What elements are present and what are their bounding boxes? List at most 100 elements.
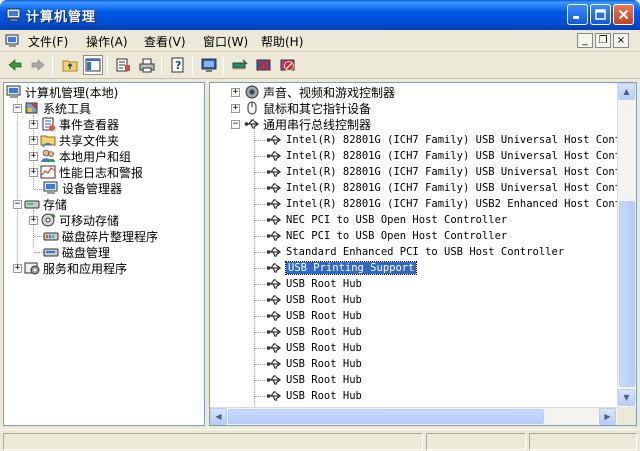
tree-item-shared-folders[interactable]: + 共享文件夹 — [29, 132, 119, 148]
tree-item-device-manager[interactable]: 设备管理器 — [43, 180, 122, 196]
up-one-level-button[interactable] — [60, 55, 80, 75]
expand-toggle[interactable]: + — [29, 215, 38, 225]
tree-connector — [255, 172, 265, 173]
update-driver-button[interactable] — [230, 55, 250, 75]
tree-connector — [255, 284, 265, 285]
collapse-toggle[interactable]: − — [231, 119, 240, 129]
help-button[interactable]: ? — [168, 55, 188, 75]
back-arrow-icon — [8, 59, 22, 71]
tree-connector — [255, 300, 265, 301]
usb-device-item[interactable]: USB Root Hub — [266, 388, 362, 404]
mdi-close-button[interactable]: × — [613, 33, 629, 48]
usb-device-label: Standard Enhanced PCI to USB Host Contro… — [286, 246, 565, 258]
maximize-button[interactable] — [590, 4, 611, 25]
scroll-left-button[interactable]: ◀ — [210, 408, 227, 425]
tree-item-label: 共享文件夹 — [59, 133, 120, 148]
tree-connector — [255, 140, 265, 141]
show-hide-tree-button[interactable] — [83, 55, 103, 75]
usb-device-item[interactable]: USB Root Hub — [266, 292, 362, 308]
shared-folder-icon — [40, 135, 56, 148]
device-category-label: 通用串行总线控制器 — [263, 117, 372, 132]
tree-item-storage[interactable]: − 存储 — [13, 196, 67, 212]
horizontal-scroll-thumb[interactable] — [228, 409, 544, 424]
usb-device-icon — [266, 183, 282, 193]
tree-item-label: 可移动存储 — [59, 213, 120, 228]
expand-toggle[interactable]: + — [29, 119, 38, 129]
usb-device-item[interactable]: Intel(R) 82801G (ICH7 Family) USB Univer… — [266, 132, 634, 148]
defragmenter-icon — [43, 232, 59, 241]
usb-device-item[interactable]: USB Root Hub — [266, 340, 362, 356]
scroll-down-button[interactable]: ▼ — [618, 389, 635, 406]
usb-device-item[interactable]: Intel(R) 82801G (ICH7 Family) USB Univer… — [266, 164, 634, 180]
tree-item-local-users[interactable]: + 本地用户和组 — [29, 148, 131, 164]
usb-device-label: USB Root Hub — [286, 374, 362, 386]
tree-item-services-applications[interactable]: + 服务和应用程序 — [13, 260, 127, 276]
horizontal-scrollbar[interactable]: ◀ ▶ — [210, 407, 617, 425]
mdi-minimize-button[interactable]: _ — [577, 33, 593, 48]
uninstall-button[interactable] — [254, 55, 274, 75]
tree-item-event-viewer[interactable]: + 事件查看器 — [29, 116, 119, 132]
tree-item-system-tools[interactable]: − 系统工具 — [13, 100, 91, 116]
usb-device-label: Intel(R) 82801G (ICH7 Family) USB Univer… — [286, 182, 634, 194]
minimize-button[interactable] — [567, 4, 588, 25]
expand-toggle[interactable]: + — [29, 151, 38, 161]
vertical-scrollbar[interactable]: ▲ ▼ — [617, 83, 636, 407]
device-category-sound[interactable]: + 声音、视频和游戏控制器 — [231, 84, 395, 100]
usb-device-item[interactable]: Intel(R) 82801G (ICH7 Family) USB Univer… — [266, 148, 634, 164]
print-button[interactable] — [137, 55, 157, 75]
scroll-up-button[interactable]: ▲ — [618, 83, 635, 100]
usb-device-item[interactable]: Intel(R) 82801G (ICH7 Family) USB2 Enhan… — [266, 196, 634, 212]
disable-device-button[interactable] — [278, 55, 298, 75]
expand-toggle[interactable]: + — [231, 103, 240, 113]
usb-device-icon — [266, 247, 282, 257]
usb-device-item[interactable]: NEC PCI to USB Open Host Controller — [266, 228, 507, 244]
usb-device-label: NEC PCI to USB Open Host Controller — [286, 214, 508, 226]
toolbar-separator — [161, 56, 162, 74]
scroll-right-button[interactable]: ▶ — [599, 408, 616, 425]
usb-device-item[interactable]: USB Root Hub — [266, 276, 362, 292]
tree-item-removable-storage[interactable]: + 可移动存储 — [29, 212, 119, 228]
scan-hardware-button[interactable] — [199, 55, 219, 75]
expand-toggle[interactable]: + — [29, 167, 38, 177]
usb-device-item[interactable]: USB Root Hub — [266, 356, 362, 372]
mdi-restore-button[interactable]: ❐ — [595, 33, 611, 48]
menu-help[interactable]: 帮助(H) — [261, 33, 303, 50]
forward-button[interactable] — [28, 55, 48, 75]
device-category-usb[interactable]: − 通用串行总线控制器 — [231, 116, 371, 132]
expand-toggle[interactable]: + — [231, 87, 240, 97]
tree-item-disk-management[interactable]: 磁盘管理 — [43, 244, 110, 260]
usb-device-item[interactable]: USB Printing Support — [266, 260, 418, 276]
console-tree-pane[interactable]: 计算机管理(本地) − 系统工具 + 事件查看器 + 共享文件夹 + 本地用户和… — [3, 82, 205, 426]
tree-item-computer-management[interactable]: 计算机管理(本地) — [6, 84, 118, 100]
console-tree-icon — [85, 58, 101, 72]
tree-item-performance-logs[interactable]: + 性能日志和警报 — [29, 164, 143, 180]
console-window-icon[interactable] — [5, 33, 21, 49]
collapse-toggle[interactable]: − — [13, 199, 22, 209]
device-list-pane[interactable]: + 声音、视频和游戏控制器 + 鼠标和其它指针设备 − 通用串行总线控制器 In… — [209, 82, 637, 426]
menu-window[interactable]: 窗口(W) — [203, 33, 248, 50]
collapse-toggle[interactable]: − — [13, 103, 22, 113]
usb-device-label: USB Root Hub — [286, 342, 362, 354]
vertical-scroll-thumb[interactable] — [619, 201, 635, 387]
device-category-mouse[interactable]: + 鼠标和其它指针设备 — [231, 100, 371, 116]
close-button[interactable] — [613, 4, 634, 25]
tree-item-label: 性能日志和警报 — [59, 165, 144, 180]
expand-toggle[interactable]: + — [13, 263, 22, 273]
usb-device-item[interactable]: USB Root Hub — [266, 372, 362, 388]
tree-connector — [255, 268, 265, 269]
menu-action[interactable]: 操作(A) — [86, 33, 128, 50]
usb-device-item[interactable]: USB Root Hub — [266, 324, 362, 340]
back-button[interactable] — [5, 55, 25, 75]
usb-device-item[interactable]: NEC PCI to USB Open Host Controller — [266, 212, 507, 228]
menu-file[interactable]: 文件(F) — [28, 33, 68, 50]
mouse-icon — [247, 101, 257, 115]
tree-connector — [255, 396, 265, 397]
usb-device-item[interactable]: USB Root Hub — [266, 308, 362, 324]
window-title: 计算机管理 — [26, 10, 97, 25]
usb-device-item[interactable]: Standard Enhanced PCI to USB Host Contro… — [266, 244, 564, 260]
usb-device-item[interactable]: Intel(R) 82801G (ICH7 Family) USB Univer… — [266, 180, 634, 196]
properties-button[interactable] — [113, 55, 133, 75]
menu-view[interactable]: 查看(V) — [144, 33, 186, 50]
expand-toggle[interactable]: + — [29, 135, 38, 145]
tree-item-disk-defragmenter[interactable]: 磁盘碎片整理程序 — [43, 228, 158, 244]
